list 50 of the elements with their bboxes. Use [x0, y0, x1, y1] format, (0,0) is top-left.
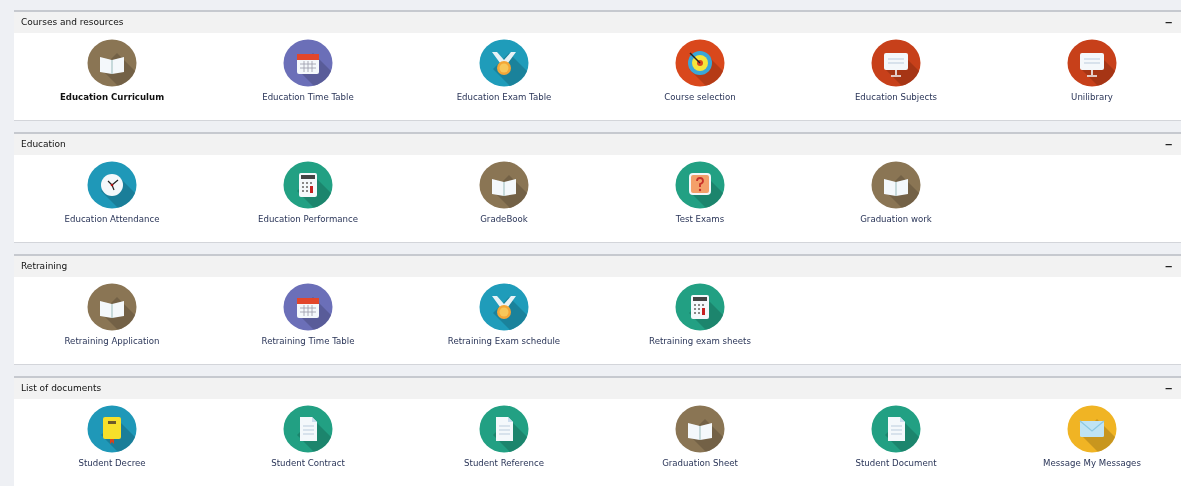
- module-tile[interactable]: Retraining Application: [14, 283, 210, 347]
- medal-icon: [479, 283, 529, 331]
- book-icon: [871, 161, 921, 209]
- module-tile[interactable]: Education Performance: [210, 161, 406, 225]
- target-icon: [675, 39, 725, 87]
- section-title: Retraining: [21, 259, 68, 273]
- module-tile[interactable]: Retraining Exam schedule: [406, 283, 602, 347]
- book-icon: [87, 283, 137, 331]
- module-tile[interactable]: Graduation work: [798, 161, 994, 225]
- module-tile[interactable]: Course selection: [602, 39, 798, 103]
- module-tile[interactable]: Student Document: [798, 405, 994, 469]
- section-title: Courses and resources: [21, 15, 124, 29]
- book-icon: [87, 39, 137, 87]
- section-title: Education: [21, 137, 66, 151]
- book-icon: [675, 405, 725, 453]
- module-tile[interactable]: Retraining exam sheets: [602, 283, 798, 347]
- collapse-button[interactable]: −: [1164, 383, 1173, 394]
- board-icon: [871, 39, 921, 87]
- module-tile[interactable]: Education Exam Table: [406, 39, 602, 103]
- document-icon: [871, 405, 921, 453]
- book-icon: [479, 161, 529, 209]
- module-tile[interactable]: Education Attendance: [14, 161, 210, 225]
- module-tile[interactable]: Graduation Sheet: [602, 405, 798, 469]
- calendar-icon: [283, 39, 333, 87]
- board-icon: [1067, 39, 1117, 87]
- calendar-icon: [283, 283, 333, 331]
- notebook-icon: [87, 405, 137, 453]
- collapse-button[interactable]: −: [1164, 139, 1173, 150]
- module-tile[interactable]: Education Subjects: [798, 39, 994, 103]
- calculator-icon: [675, 283, 725, 331]
- medal-icon: [479, 39, 529, 87]
- module-tile[interactable]: Student Decree: [14, 405, 210, 469]
- module-tile[interactable]: Unilibrary: [994, 39, 1181, 103]
- module-tile[interactable]: Test Exams: [602, 161, 798, 225]
- collapse-button[interactable]: −: [1164, 261, 1173, 272]
- document-icon: [479, 405, 529, 453]
- question-icon: [675, 161, 725, 209]
- module-tile[interactable]: Education Time Table: [210, 39, 406, 103]
- module-tile[interactable]: Message My Messages: [994, 405, 1181, 469]
- module-tile[interactable]: Student Reference: [406, 405, 602, 469]
- collapse-button[interactable]: −: [1164, 17, 1173, 28]
- document-icon: [283, 405, 333, 453]
- section-title: List of documents: [21, 381, 102, 395]
- module-tile[interactable]: Retraining Time Table: [210, 283, 406, 347]
- envelope-icon: [1067, 405, 1117, 453]
- calculator-icon: [283, 161, 333, 209]
- clock-icon: [87, 161, 137, 209]
- module-tile[interactable]: Education Curriculum: [14, 39, 210, 103]
- module-tile[interactable]: Student Contract: [210, 405, 406, 469]
- module-tile[interactable]: GradeBook: [406, 161, 602, 225]
